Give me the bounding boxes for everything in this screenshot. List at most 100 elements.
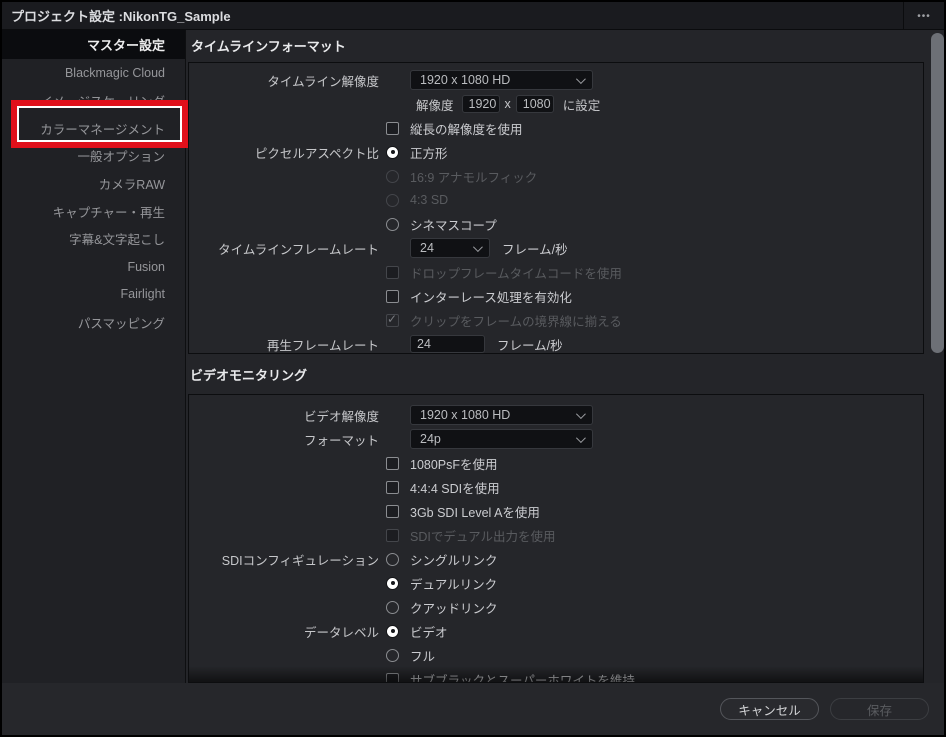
sidebar-item-label: パスマッピング [78, 313, 165, 332]
use-dual-sdi-label: SDIでデュアル出力を使用 [410, 526, 555, 545]
chevron-down-icon [576, 433, 586, 443]
format-label: フォーマット [189, 430, 379, 449]
sidebar-item-color-management[interactable]: カラーマネージメント [2, 114, 185, 142]
vertical-resolution-row: ✓ 縦長の解像度を使用 [189, 116, 923, 140]
sdi-config-option-label: デュアルリンク [410, 574, 497, 593]
dialog-footer: キャンセル 保存 [2, 683, 944, 735]
custom-resolution-label: 解像度 [416, 95, 454, 114]
format-dropdown[interactable]: 24p [410, 429, 593, 449]
use-3gb-sdi-row: ✓ 3Gb SDI Level Aを使用 [189, 499, 923, 523]
resolution-height-input[interactable]: 1080 [516, 95, 554, 113]
sidebar-item-label: Fairlight [121, 287, 165, 301]
options-menu-button[interactable]: ••• [903, 2, 944, 30]
timeline-framerate-label: タイムラインフレームレート [189, 239, 379, 258]
data-levels-row: データレベル ビデオ [189, 619, 923, 643]
sidebar-item-blackmagic-cloud[interactable]: Blackmagic Cloud [2, 59, 185, 87]
video-resolution-label: ビデオ解像度 [189, 406, 379, 425]
sidebar-item-label: 字幕&文字起こし [69, 229, 165, 248]
pixel-aspect-option-label: 正方形 [410, 143, 448, 162]
playback-framerate-input[interactable]: 24 [410, 335, 485, 353]
pixel-aspect-option-label: 16:9 アナモルフィック [410, 167, 537, 186]
sidebar-item-label: Fusion [127, 260, 165, 274]
drop-frame-row: ✓ ドロップフレームタイムコードを使用 [189, 260, 923, 284]
sidebar-item-label: イメージスケーリング [40, 91, 165, 110]
timeline-resolution-row: タイムライン解像度 1920 x 1080 HD [189, 68, 923, 92]
sidebar-item-subtitles-transcription[interactable]: 字幕&文字起こし [2, 225, 185, 253]
playback-framerate-row: 再生フレームレート 24 フレーム/秒 [189, 332, 923, 356]
timeline-framerate-row: タイムラインフレームレート 24 フレーム/秒 [189, 236, 923, 260]
section-title-label: ビデオモニタリング [190, 365, 307, 384]
sdi-config-option-label: クアッドリンク [410, 598, 498, 617]
pixel-aspect-radio-43sd [386, 194, 399, 207]
pixel-aspect-label: ピクセルアスペクト比 [189, 143, 379, 162]
sdi-config-row: SDIコンフィギュレーション シングルリンク [189, 547, 923, 571]
sidebar-item-camera-raw[interactable]: カメラRAW [2, 170, 185, 198]
sdi-config-row-dual: デュアルリンク [189, 571, 923, 595]
resolution-separator: x [505, 97, 511, 111]
sidebar-item-label: 一般オプション [77, 146, 165, 165]
check-icon: ✓ [387, 312, 397, 326]
pixel-aspect-radio-cinemascope[interactable] [386, 218, 399, 231]
pixel-aspect-radio-anamorphic [386, 170, 399, 183]
sidebar-item-image-scaling[interactable]: イメージスケーリング [2, 87, 185, 115]
pixel-aspect-row-anamorphic: 16:9 アナモルフィック [189, 164, 923, 188]
timeline-format-panel: タイムライン解像度 1920 x 1080 HD 解像度 1920 x 1080… [188, 62, 924, 354]
sdi-config-label: SDIコンフィギュレーション [189, 550, 379, 569]
sdi-config-radio-single-link[interactable] [386, 553, 399, 566]
sidebar-item-master-settings[interactable]: マスター設定 [2, 30, 185, 59]
timeline-framerate-dropdown[interactable]: 24 [410, 238, 490, 258]
playback-framerate-unit: フレーム/秒 [497, 335, 563, 354]
use-444-sdi-checkbox[interactable]: ✓ [386, 481, 399, 494]
retain-subblack-checkbox[interactable]: ✓ [386, 673, 399, 684]
align-clips-row: ✓ クリップをフレームの境界線に揃える [189, 308, 923, 332]
vertical-resolution-checkbox[interactable]: ✓ [386, 122, 399, 135]
cancel-button-label: キャンセル [738, 700, 801, 719]
interlace-checkbox[interactable]: ✓ [386, 290, 399, 303]
section-title-label: タイムラインフォーマット [191, 36, 346, 55]
pixel-aspect-row: ピクセルアスペクト比 正方形 [189, 140, 923, 164]
video-resolution-row: ビデオ解像度 1920 x 1080 HD [189, 403, 923, 427]
pixel-aspect-row-43sd: 4:3 SD [189, 188, 923, 212]
ellipsis-icon: ••• [917, 11, 931, 22]
sidebar-item-path-mapping[interactable]: パスマッピング [2, 308, 185, 336]
use-1080psf-label: 1080PsFを使用 [410, 454, 498, 473]
chevron-down-icon [576, 74, 586, 84]
cancel-button[interactable]: キャンセル [720, 698, 819, 720]
settings-sidebar: マスター設定 Blackmagic Cloud イメージスケーリング カラーマネ… [2, 30, 186, 683]
use-444-sdi-row: ✓ 4:4:4 SDIを使用 [189, 475, 923, 499]
drop-frame-label: ドロップフレームタイムコードを使用 [410, 263, 622, 282]
data-levels-row-full: フル [189, 643, 923, 667]
timeline-resolution-dropdown[interactable]: 1920 x 1080 HD [410, 70, 593, 90]
use-3gb-sdi-checkbox[interactable]: ✓ [386, 505, 399, 518]
use-1080psf-checkbox[interactable]: ✓ [386, 457, 399, 470]
retain-subblack-label: サブブラックとスーパーホワイトを維持 [410, 670, 635, 684]
resolution-width-input[interactable]: 1920 [462, 95, 500, 113]
sidebar-item-capture-playback[interactable]: キャプチャー・再生 [2, 197, 185, 225]
chevron-down-icon [576, 409, 586, 419]
sidebar-item-general-options[interactable]: 一般オプション [2, 142, 185, 170]
vertical-resolution-label: 縦長の解像度を使用 [410, 119, 523, 138]
vertical-scrollbar-thumb[interactable] [931, 33, 944, 353]
sdi-config-radio-dual-link[interactable] [386, 577, 399, 590]
dialog-title: プロジェクト設定 :NikonTG_Sample [11, 6, 231, 25]
custom-resolution-row: 解像度 1920 x 1080 に設定 [189, 92, 923, 116]
sidebar-item-fusion[interactable]: Fusion [2, 253, 185, 281]
timeline-framerate-unit: フレーム/秒 [502, 239, 568, 258]
sidebar-item-label: キャプチャー・再生 [53, 202, 165, 221]
sdi-config-radio-quad-link[interactable] [386, 601, 399, 614]
data-levels-option-label: ビデオ [410, 622, 448, 641]
sidebar-item-fairlight[interactable]: Fairlight [2, 281, 185, 309]
data-levels-radio-full[interactable] [386, 649, 399, 662]
pixel-aspect-radio-square[interactable] [386, 146, 399, 159]
pixel-aspect-row-cinemascope: シネマスコープ [189, 212, 923, 236]
use-3gb-sdi-label: 3Gb SDI Level Aを使用 [410, 502, 540, 521]
video-resolution-dropdown[interactable]: 1920 x 1080 HD [410, 405, 593, 425]
data-levels-radio-video[interactable] [386, 625, 399, 638]
chevron-down-icon [473, 242, 483, 252]
sidebar-item-label: Blackmagic Cloud [65, 66, 165, 80]
project-settings-dialog: プロジェクト設定 :NikonTG_Sample ••• マスター設定 Blac… [0, 0, 946, 737]
save-button[interactable]: 保存 [830, 698, 929, 720]
pixel-aspect-option-label: シネマスコープ [410, 215, 497, 234]
section-title-timeline-format: タイムラインフォーマット [186, 30, 346, 61]
section-title-video-monitoring: ビデオモニタリング [188, 354, 307, 394]
